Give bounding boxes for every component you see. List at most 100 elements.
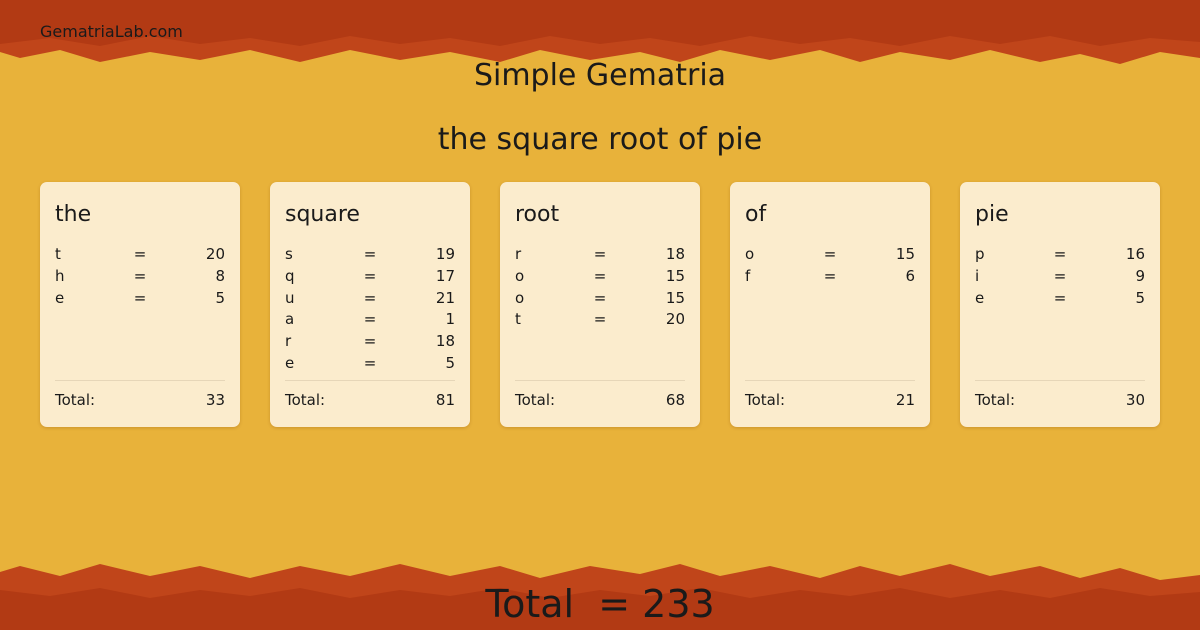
letter: e <box>975 288 985 307</box>
grand-total: Total = 233 <box>485 582 715 626</box>
page-title: Simple Gematria <box>473 58 727 93</box>
total-value: 68 <box>665 391 685 409</box>
letter-row: e = 5 <box>55 288 225 310</box>
letter-row: f = 6 <box>745 266 915 288</box>
card-total: Total: 33 <box>55 380 225 409</box>
letter-value: 21 <box>435 288 455 307</box>
letter: t <box>55 245 61 263</box>
letter-list: p = 16 i = 9 e = 5 <box>975 244 1145 309</box>
total-label: Total: <box>55 391 96 409</box>
equals-sign: = <box>1053 288 1067 307</box>
total-value: 33 <box>205 391 225 409</box>
total-label: Total: <box>285 391 326 409</box>
letter-list: t = 20 h = 8 e = 5 <box>55 244 225 309</box>
letter: t <box>515 310 521 329</box>
letter-value: 20 <box>665 310 685 329</box>
letter: p <box>975 245 985 263</box>
word-card: of o = 15 f = 6 Total: 21 <box>730 182 930 427</box>
equals-sign: = <box>593 288 607 307</box>
letter-list: o = 15 f = 6 <box>745 244 915 288</box>
word-cards: the t = 20 h = 8 e = 5 Total: 33 square s = 19 q =… <box>40 182 1160 427</box>
letter-row: r = 18 <box>285 331 455 353</box>
phrase-heading: the square root of pie <box>437 122 763 157</box>
letter-row: i = 9 <box>975 266 1145 288</box>
word-card: square s = 19 q = 17 u = 21 a = 1 r = 18 e = 5 Total… <box>270 182 470 427</box>
letter-value: 5 <box>215 288 225 307</box>
letter-value: 19 <box>435 245 455 263</box>
letter-row: q = 17 <box>285 266 455 288</box>
letter-row: e = 5 <box>285 353 455 375</box>
equals-sign: = <box>133 266 147 285</box>
letter: i <box>975 266 980 285</box>
word-card: root r = 18 o = 15 o = 15 t = 20 Total: 68 <box>500 182 700 427</box>
letter-row: o = 15 <box>515 266 685 288</box>
equals-sign: = <box>363 310 377 329</box>
letter-value: 15 <box>665 266 685 285</box>
letter-value: 18 <box>435 332 455 351</box>
letter: u <box>285 288 295 307</box>
equals-sign: = <box>363 353 377 372</box>
card-word: pie <box>975 202 1009 227</box>
letter-list: r = 18 o = 15 o = 15 t = 20 <box>515 244 685 331</box>
card-total: Total: 21 <box>745 380 915 409</box>
letter-row: o = 15 <box>745 244 915 266</box>
equals-sign: = <box>363 332 377 351</box>
letter-value: 9 <box>1135 266 1145 285</box>
equals-sign: = <box>363 266 377 285</box>
card-word: square <box>285 202 360 227</box>
letter-value: 15 <box>895 245 915 263</box>
equals-sign: = <box>1053 245 1067 263</box>
card-word: of <box>745 202 767 227</box>
letter-value: 20 <box>205 245 225 263</box>
total-value: 30 <box>1125 391 1145 409</box>
card-total: Total: 81 <box>285 380 455 409</box>
card-word: the <box>55 202 92 227</box>
letter-value: 1 <box>445 310 455 329</box>
letter-row: s = 19 <box>285 244 455 266</box>
total-label: Total: <box>745 391 786 409</box>
letter: a <box>285 310 295 329</box>
total-value: 81 <box>435 391 455 409</box>
letter-row: r = 18 <box>515 244 685 266</box>
card-total: Total: 68 <box>515 380 685 409</box>
equals-sign: = <box>1053 266 1067 285</box>
letter-value: 16 <box>1125 245 1145 263</box>
letter-row: t = 20 <box>515 309 685 331</box>
equals-sign: = <box>593 310 607 329</box>
equals-sign: = <box>133 245 147 263</box>
letter-value: 8 <box>215 266 225 285</box>
letter: h <box>55 266 65 285</box>
letter-row: u = 21 <box>285 288 455 310</box>
card-total: Total: 30 <box>975 380 1145 409</box>
letter-row: e = 5 <box>975 288 1145 310</box>
letter-value: 17 <box>435 266 455 285</box>
site-name[interactable]: GematriaLab.com <box>40 22 183 41</box>
letter-value: 5 <box>1135 288 1145 307</box>
equals-sign: = <box>133 288 147 307</box>
total-value: 21 <box>895 391 915 409</box>
equals-sign: = <box>363 245 377 263</box>
letter-row: t = 20 <box>55 244 225 266</box>
letter: f <box>745 266 751 285</box>
letter-list: s = 19 q = 17 u = 21 a = 1 r = 18 e = 5 <box>285 244 455 375</box>
letter-row: p = 16 <box>975 244 1145 266</box>
word-card: pie p = 16 i = 9 e = 5 Total: 30 <box>960 182 1160 427</box>
letter: e <box>285 353 295 372</box>
letter-row: a = 1 <box>285 309 455 331</box>
letter: r <box>515 245 522 263</box>
letter: s <box>285 245 293 263</box>
letter: o <box>515 266 525 285</box>
equals-sign: = <box>823 266 837 285</box>
total-label: Total: <box>975 391 1016 409</box>
letter-value: 15 <box>665 288 685 307</box>
word-card: the t = 20 h = 8 e = 5 Total: 33 <box>40 182 240 427</box>
equals-sign: = <box>593 266 607 285</box>
letter-value: 5 <box>445 353 455 372</box>
letter-value: 6 <box>905 266 915 285</box>
letter: r <box>285 332 292 351</box>
letter: q <box>285 266 295 285</box>
equals-sign: = <box>363 288 377 307</box>
equals-sign: = <box>593 245 607 263</box>
letter: o <box>515 288 525 307</box>
equals-sign: = <box>823 245 837 263</box>
